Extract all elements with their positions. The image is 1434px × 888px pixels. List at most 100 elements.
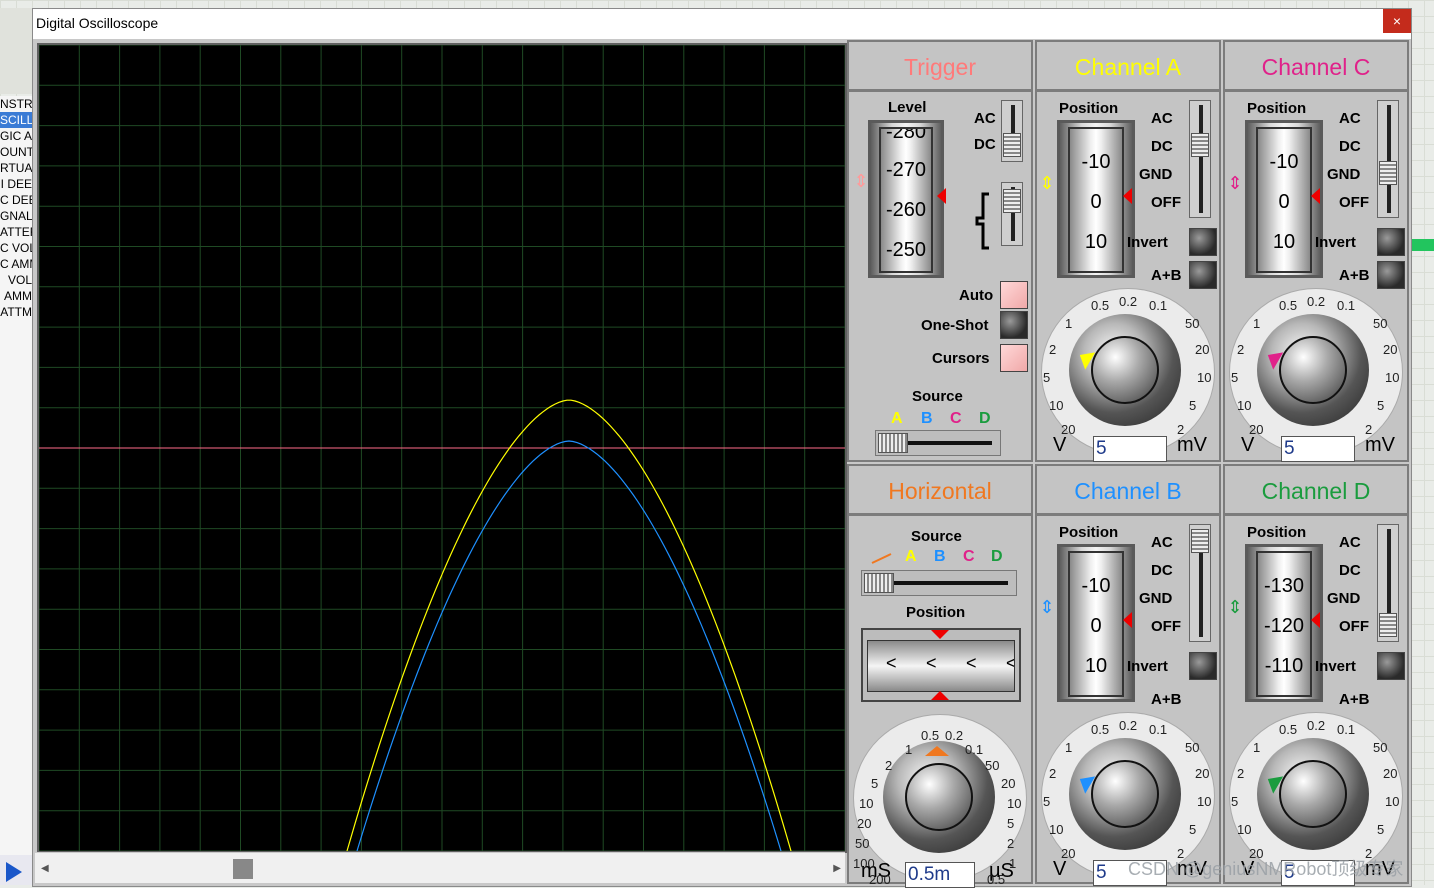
channel-b-dial-label: 50	[1185, 740, 1200, 755]
scroll-left-icon[interactable]: ◀	[41, 863, 49, 874]
source-d-letter: D	[979, 410, 991, 427]
channel-c-mode-switch[interactable]	[1377, 100, 1399, 218]
timebase-dial-label: 100	[853, 856, 875, 871]
trace-channel-b	[356, 440, 782, 852]
channel-a-volts-knob[interactable]	[1069, 314, 1181, 426]
auto-button[interactable]	[1000, 281, 1028, 309]
title-bar[interactable]: Digital Oscilloscope ×	[33, 9, 1411, 39]
channel-b-title: Channel B	[1037, 466, 1219, 516]
channel-c-dial-label: 5	[1231, 370, 1239, 385]
channel-b-drum-value: 10	[1084, 655, 1108, 677]
channel-a-dial-label: 10	[1049, 398, 1064, 413]
position-marker-top	[931, 630, 949, 639]
component-list-item[interactable]: AMM	[0, 288, 33, 304]
channel-d-mode-label: OFF	[1339, 618, 1369, 635]
component-list-item[interactable]: I DEE	[0, 176, 33, 192]
h-source-d-letter: D	[991, 548, 1003, 565]
component-list-item[interactable]: ATTER	[0, 224, 33, 240]
channel-a-invert-label: Invert	[1127, 234, 1168, 251]
channel-a-unit-right: mV	[1177, 434, 1207, 456]
scroll-right-icon[interactable]: ▶	[833, 863, 841, 874]
component-list-item[interactable]: SCILL	[0, 112, 33, 128]
timebase-dial-label: 20	[1001, 776, 1016, 791]
trigger-coupling-switch[interactable]	[1001, 100, 1023, 162]
channel-c-volts-input[interactable]: 5	[1281, 436, 1355, 462]
component-list-item[interactable]: OUNT	[0, 144, 33, 160]
timebase-dial-label: 50	[985, 758, 1000, 773]
channel-b-updown-icon[interactable]: ⇕	[1039, 598, 1055, 616]
channel-d-dial-label: 2	[1237, 766, 1245, 781]
component-list-item[interactable]: GNAL	[0, 208, 33, 224]
channel-b-dial-label: 0.1	[1149, 722, 1168, 737]
level-drum[interactable]: -280 -270 -260 -250	[868, 120, 944, 278]
scroll-thumb[interactable]	[233, 859, 253, 879]
channel-a-drum-value: 0	[1090, 191, 1102, 213]
channel-d-ab-label: A+B	[1339, 691, 1370, 708]
horizontal-scrollbar[interactable]: ◀ ▶	[35, 852, 845, 883]
cursors-button[interactable]	[1000, 344, 1028, 372]
horizontal-position-drum[interactable]: < < < <	[861, 628, 1021, 702]
channel-b-panel: Channel B Position ⇕ -10 0 10 AC DC GND OFF Invert…	[1035, 464, 1221, 886]
timebase-dial-label: 10	[1007, 796, 1022, 811]
close-button[interactable]: ×	[1383, 9, 1411, 33]
channel-b-invert-label: Invert	[1127, 658, 1168, 675]
play-icon[interactable]	[6, 862, 22, 882]
channel-c-dial-label: 0.2	[1307, 294, 1326, 309]
component-list-item[interactable]: C VOL	[0, 240, 33, 256]
channel-a-mode-label: GND	[1139, 166, 1173, 183]
level-drum-value: -250	[885, 239, 927, 261]
component-list-item[interactable]: C DEB	[0, 192, 33, 208]
trigger-source-slider[interactable]	[875, 430, 1001, 456]
channel-c-unit-left: V	[1241, 434, 1255, 456]
channel-a-volts-input[interactable]: 5	[1093, 436, 1167, 462]
channel-c-mode-label: AC	[1339, 110, 1361, 127]
channel-b-invert-button[interactable]	[1189, 652, 1217, 680]
channel-d-volts-knob[interactable]	[1257, 738, 1369, 850]
horizontal-source-slider[interactable]	[861, 570, 1017, 596]
component-list-item[interactable]: GIC A	[0, 128, 33, 144]
oneshot-label: One-Shot	[921, 317, 989, 334]
trigger-edge-switch[interactable]	[1001, 182, 1023, 246]
component-list-item[interactable]: C AMM	[0, 256, 33, 272]
component-list-item[interactable]: RTUA	[0, 160, 33, 176]
channel-b-drum-value: -10	[1081, 575, 1111, 597]
channel-d-dial-label: 0.2	[1307, 718, 1326, 733]
schematic-wire	[1410, 239, 1434, 251]
channel-a-ab-label: A+B	[1151, 267, 1182, 284]
channel-b-mode-label: GND	[1139, 590, 1173, 607]
timebase-dial-label: 10	[859, 796, 874, 811]
level-updown-icon[interactable]: ⇕	[853, 172, 869, 190]
position-mark: <	[886, 653, 897, 673]
channel-b-volts-knob[interactable]	[1069, 738, 1181, 850]
oscilloscope-screen[interactable]	[37, 43, 847, 853]
channel-c-ab-button[interactable]	[1377, 261, 1405, 289]
oneshot-button[interactable]	[1000, 311, 1028, 339]
channel-b-mode-switch[interactable]	[1189, 524, 1211, 642]
component-list-item[interactable]: NSTR	[0, 96, 33, 112]
channel-c-volts-knob[interactable]	[1257, 314, 1369, 426]
channel-a-ab-button[interactable]	[1189, 261, 1217, 289]
channel-a-mode-switch[interactable]	[1189, 100, 1211, 218]
channel-b-marker-right	[1123, 612, 1132, 628]
level-marker-right	[937, 188, 946, 204]
position-mark: <	[1006, 653, 1014, 674]
level-drum-value: -270	[885, 159, 927, 181]
channel-d-mode-switch[interactable]	[1377, 524, 1399, 642]
channel-a-updown-icon[interactable]: ⇕	[1039, 174, 1055, 192]
channel-d-marker-right	[1311, 612, 1320, 628]
channel-c-dial-label: 20	[1383, 342, 1398, 357]
channel-a-invert-button[interactable]	[1189, 228, 1217, 256]
channel-d-updown-icon[interactable]: ⇕	[1227, 598, 1243, 616]
channel-c-invert-button[interactable]	[1377, 228, 1405, 256]
toolbar-area	[0, 8, 34, 94]
component-list-item[interactable]: VOL	[0, 272, 33, 288]
channel-d-invert-button[interactable]	[1377, 652, 1405, 680]
watermark: CSDN @geniusNMRobot顶级专家	[1128, 859, 1404, 879]
timebase-value-input[interactable]: 0.5m	[905, 862, 975, 888]
component-list[interactable]: NSTR SCILL GIC A OUNT RTUA I DEE C DEB GNAL ATTE…	[0, 96, 34, 856]
channel-c-updown-icon[interactable]: ⇕	[1227, 174, 1243, 192]
timebase-knob[interactable]	[883, 741, 995, 853]
component-list-item[interactable]: ATTM	[0, 304, 33, 320]
channel-a-panel: Channel A Position ⇕ -10 0 10 AC DC GND OFF Invert…	[1035, 40, 1221, 462]
trigger-source-label: Source	[912, 388, 963, 405]
